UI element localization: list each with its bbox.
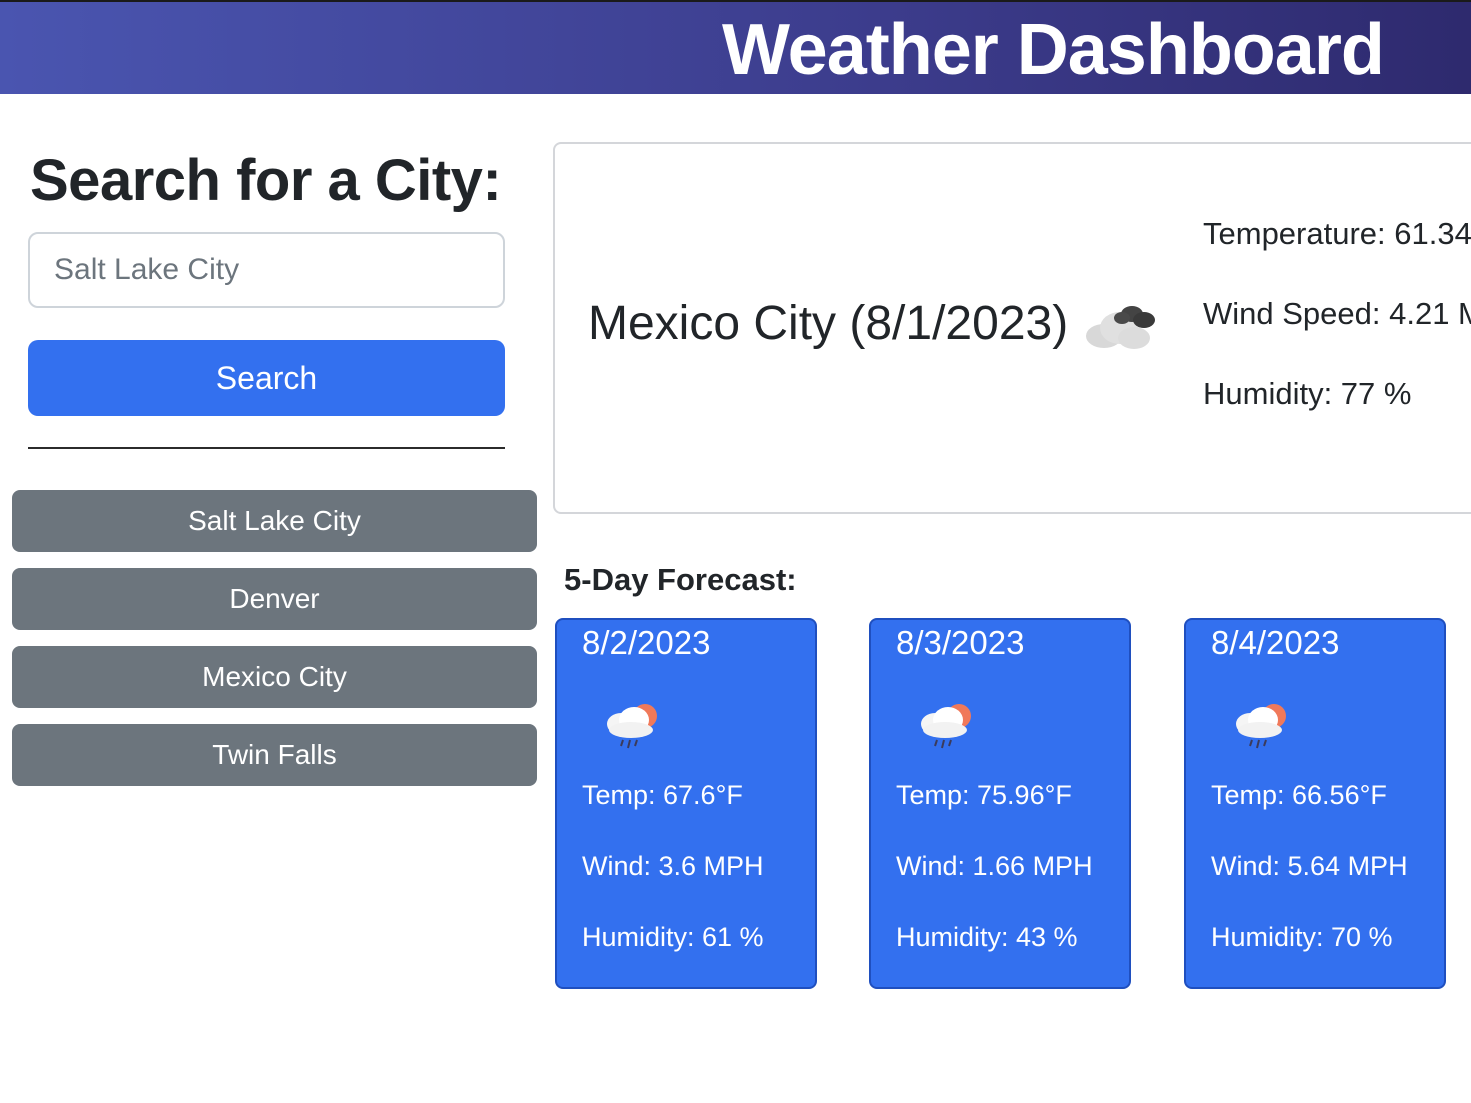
app-header: Weather Dashboard — [0, 0, 1471, 94]
rain-sun-cloud-icon — [601, 698, 665, 759]
forecast-temp: Temp: 67.6°F — [582, 780, 743, 810]
forecast-heading: 5-Day Forecast: — [564, 562, 797, 597]
forecast-card: 8/3/2023 Temp: 75.96°F Wind: 1.66 MPH Hu… — [869, 618, 1131, 989]
history-item-denver[interactable]: Denver — [12, 568, 537, 630]
current-city-date: Mexico City (8/1/2023) — [588, 297, 1069, 350]
forecast-date: 8/3/2023 — [896, 624, 1025, 661]
app-title: Weather Dashboard — [722, 10, 1385, 90]
forecast-humidity: Humidity: 43 % — [896, 922, 1078, 952]
divider — [28, 447, 505, 449]
forecast-date: 8/4/2023 — [1211, 624, 1340, 661]
forecast-wind: Wind: 3.6 MPH — [582, 851, 764, 881]
forecast-wind: Wind: 5.64 MPH — [1211, 851, 1408, 881]
search-button[interactable]: Search — [28, 340, 505, 416]
current-humidity: Humidity: 77 % — [1203, 376, 1412, 411]
current-wind-speed: Wind Speed: 4.21 M — [1203, 296, 1471, 331]
forecast-card: 8/2/2023 Temp: 67.6°F Wind: 3.6 MPH Humi… — [555, 618, 817, 989]
broken-clouds-icon — [1082, 296, 1162, 357]
rain-sun-cloud-icon — [1230, 698, 1294, 759]
search-heading: Search for a City: — [30, 148, 502, 213]
forecast-date: 8/2/2023 — [582, 624, 711, 661]
current-details: Temperature: 61.34 Wind Speed: 4.21 M Hu… — [1203, 214, 1471, 454]
forecast-temp: Temp: 66.56°F — [1211, 780, 1387, 810]
current-temperature: Temperature: 61.34 — [1203, 216, 1471, 251]
history-item-salt-lake-city[interactable]: Salt Lake City — [12, 490, 537, 552]
forecast-temp: Temp: 75.96°F — [896, 780, 1072, 810]
forecast-wind: Wind: 1.66 MPH — [896, 851, 1093, 881]
forecast-humidity: Humidity: 61 % — [582, 922, 764, 952]
rain-sun-cloud-icon — [915, 698, 979, 759]
history-item-mexico-city[interactable]: Mexico City — [12, 646, 537, 708]
history-item-twin-falls[interactable]: Twin Falls — [12, 724, 537, 786]
forecast-humidity: Humidity: 70 % — [1211, 922, 1393, 952]
city-search-input[interactable] — [28, 232, 505, 308]
forecast-card: 8/4/2023 Temp: 66.56°F Wind: 5.64 MPH Hu… — [1184, 618, 1446, 989]
search-history-list: Salt Lake City Denver Mexico City Twin F… — [12, 490, 537, 802]
current-weather-card: Mexico City (8/1/2023) Temperature: 61.3… — [553, 142, 1471, 514]
